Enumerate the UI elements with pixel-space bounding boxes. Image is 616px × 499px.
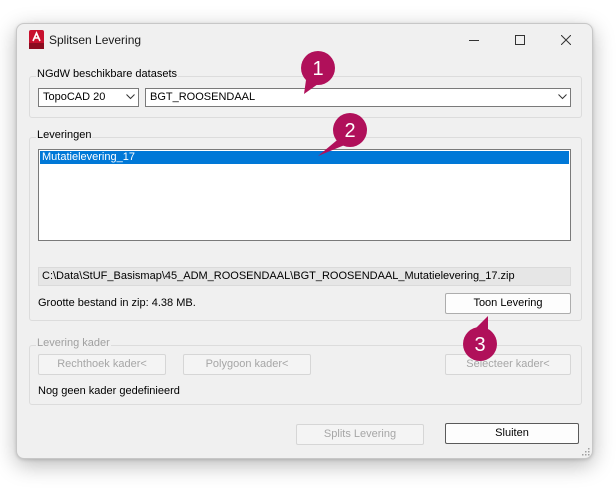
file-path-field: C:\Data\StUF_Basismap\45_ADM_ROOSENDAAL\…	[38, 267, 571, 286]
callout-3: 3	[463, 316, 497, 361]
maximize-button[interactable]	[497, 24, 543, 56]
resize-grip-icon[interactable]	[580, 446, 590, 456]
window-title: Splitsen Levering	[49, 33, 142, 47]
callout-2: 2	[318, 113, 367, 156]
chevron-down-icon	[558, 94, 567, 100]
software-select[interactable]: TopoCAD 20	[38, 88, 139, 107]
close-icon	[561, 35, 571, 45]
file-size-text: Grootte bestand in zip: 4.38 MB.	[38, 297, 196, 309]
close-button[interactable]	[543, 24, 589, 56]
callout-3-number: 3	[474, 334, 485, 356]
datasets-group-label: NGdW beschikbare datasets	[36, 68, 179, 81]
leveringen-group-label: Leveringen	[36, 129, 93, 142]
callout-1: 1	[301, 51, 335, 94]
rechthoek-kader-button[interactable]: Rechthoek kader<	[38, 354, 166, 375]
callout-2-number: 2	[344, 120, 355, 142]
kader-status-text: Nog geen kader gedefinieerd	[38, 385, 180, 397]
leveringen-listbox[interactable]: Mutatielevering_17	[38, 149, 571, 241]
callout-1-number: 1	[312, 58, 323, 80]
sluiten-button[interactable]: Sluiten	[445, 423, 579, 444]
kader-group-label: Levering kader	[36, 337, 111, 350]
toon-levering-button[interactable]: Toon Levering	[445, 293, 571, 314]
autocad-app-icon	[29, 30, 44, 49]
maximize-icon	[515, 35, 525, 45]
list-item[interactable]: Mutatielevering_17	[40, 151, 569, 164]
splits-levering-button[interactable]: Splits Levering	[296, 424, 424, 445]
dataset-select-value: BGT_ROOSENDAAL	[150, 91, 256, 103]
minimize-button[interactable]	[451, 24, 497, 56]
dataset-select[interactable]: BGT_ROOSENDAAL	[145, 88, 571, 107]
software-select-value: TopoCAD 20	[43, 91, 106, 103]
chevron-down-icon	[126, 94, 135, 100]
minimize-icon	[469, 40, 479, 41]
polygoon-kader-button[interactable]: Polygoon kader<	[183, 354, 311, 375]
